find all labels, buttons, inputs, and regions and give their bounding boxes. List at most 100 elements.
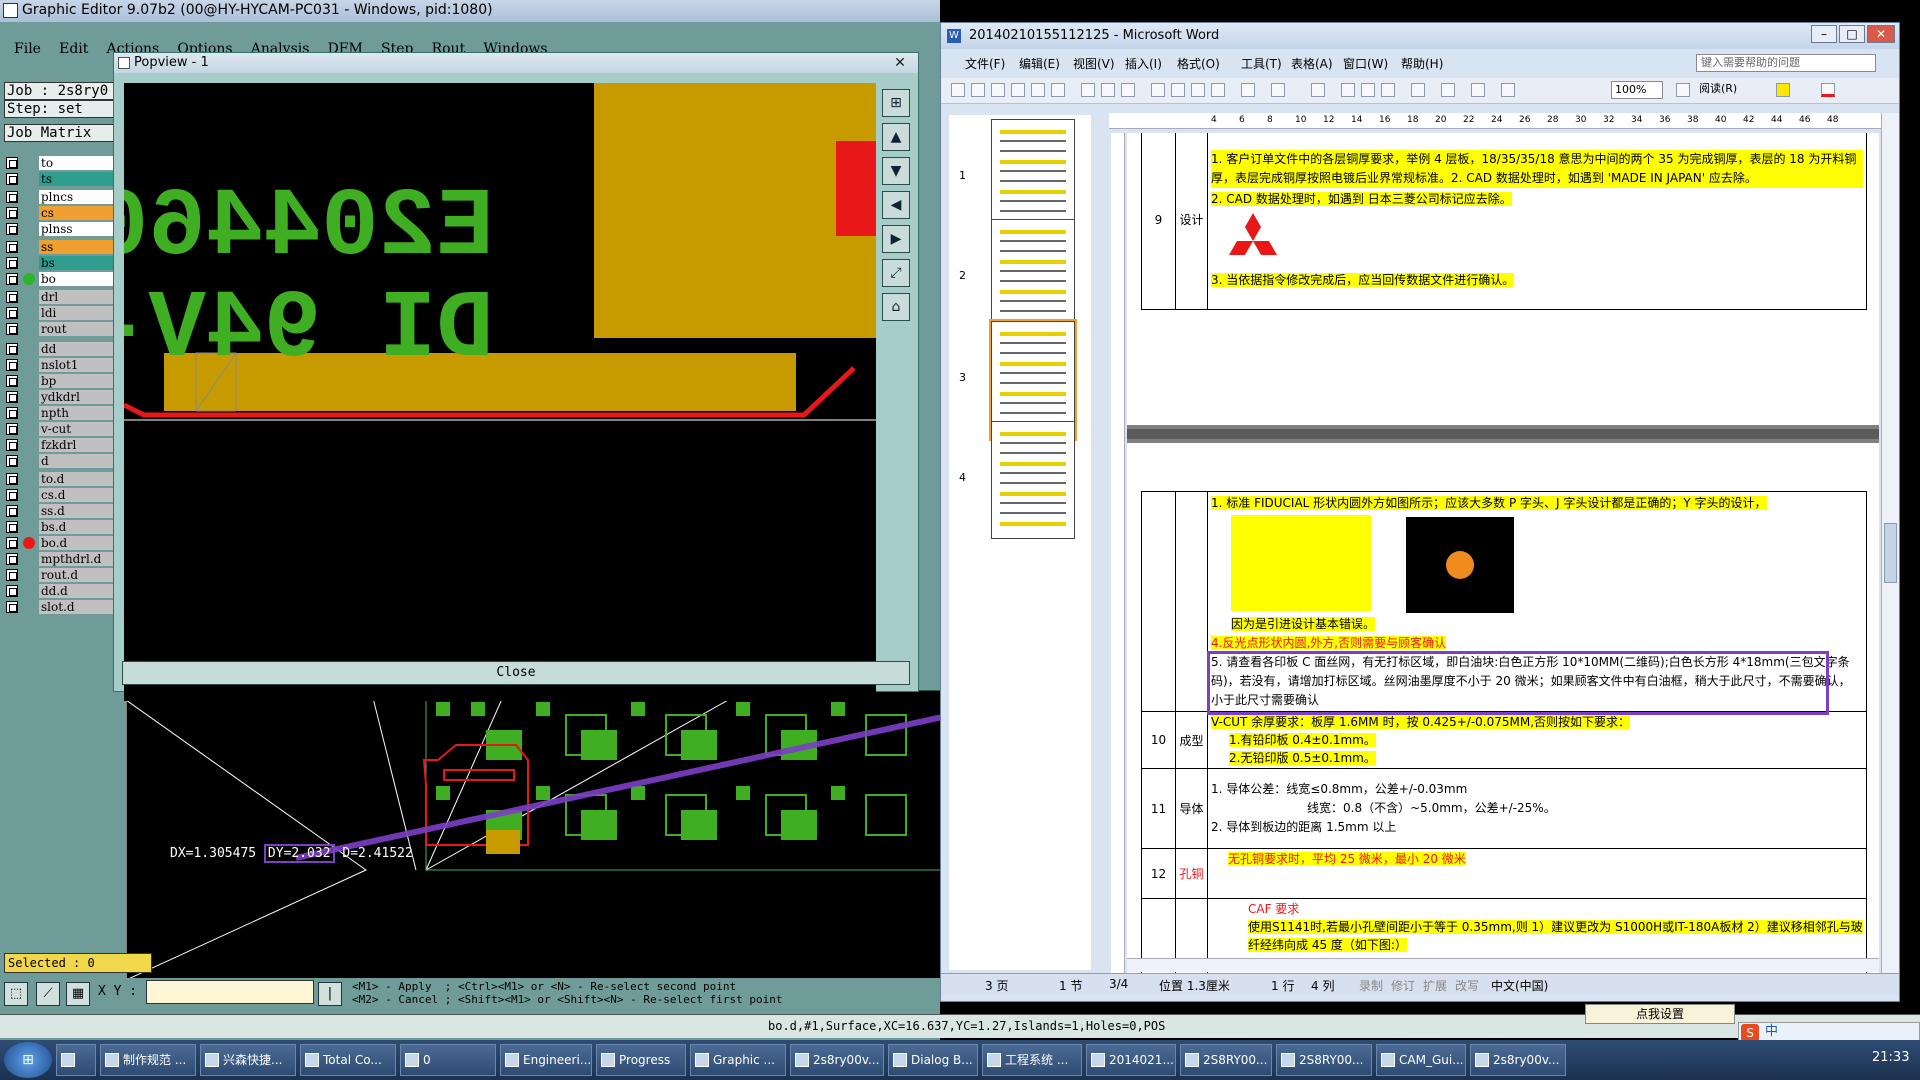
zoom-in-icon[interactable]: ⊞: [882, 89, 910, 117]
layer-row[interactable]: plnss: [6, 222, 117, 236]
layer-row[interactable]: mpthdrl.d: [6, 552, 117, 566]
layer-name[interactable]: bo.d: [39, 536, 117, 550]
print-icon[interactable]: [1031, 83, 1045, 97]
vertical-scrollbar[interactable]: [1881, 113, 1899, 983]
pane-splitter[interactable]: [1091, 115, 1105, 970]
layer-checkbox[interactable]: [6, 455, 18, 467]
spelling-icon[interactable]: [1081, 83, 1095, 97]
layer-row[interactable]: bp: [6, 374, 117, 388]
layer-row[interactable]: dd.d: [6, 584, 117, 598]
menu-insert-cn[interactable]: 插入(I): [1125, 55, 1162, 72]
layer-checkbox[interactable]: [6, 291, 18, 303]
layer-name[interactable]: ts: [39, 172, 117, 186]
layer-row[interactable]: cs: [6, 206, 117, 220]
layer-checkbox[interactable]: [6, 505, 18, 517]
minimize-icon[interactable]: –: [1811, 25, 1837, 43]
columns-icon[interactable]: [1411, 83, 1425, 97]
layer-name[interactable]: drl: [39, 290, 117, 304]
menu-edit-cn[interactable]: 编辑(E): [1019, 55, 1060, 72]
layer-checkbox[interactable]: [6, 569, 18, 581]
menu-edit[interactable]: Edit: [59, 41, 88, 57]
format-painter-icon[interactable]: [1211, 83, 1225, 97]
document-area[interactable]: 9 设计 1. 客户订单文件中的各层铜厚要求，举例 4 层板，18/35/35/…: [1127, 133, 1879, 973]
taskbar-item[interactable]: Graphic ...: [690, 1044, 786, 1076]
menu-help-cn[interactable]: 帮助(H): [1401, 55, 1443, 72]
horizontal-scrollbar[interactable]: [1127, 958, 1879, 972]
popview-close-button[interactable]: Close: [122, 661, 910, 685]
layer-checkbox[interactable]: [6, 521, 18, 533]
layer-checkbox[interactable]: [6, 157, 18, 169]
status-overtype[interactable]: 改写: [1455, 977, 1479, 994]
pan-left-icon[interactable]: ◀: [882, 191, 910, 219]
start-button[interactable]: ⊞: [4, 1042, 52, 1078]
zoom-fit-icon[interactable]: ⤢: [882, 259, 910, 287]
layer-name[interactable]: cs.d: [39, 488, 117, 502]
layer-checkbox[interactable]: [6, 257, 18, 269]
page-thumbnail[interactable]: [991, 219, 1075, 337]
taskbar-item[interactable]: 制作规范 ...: [100, 1044, 196, 1076]
layer-row[interactable]: bs: [6, 256, 117, 270]
layer-row[interactable]: ldi: [6, 306, 117, 320]
layer-checkbox[interactable]: [6, 359, 18, 371]
menu-view-cn[interactable]: 视图(V): [1073, 55, 1115, 72]
menu-table-cn[interactable]: 表格(A): [1291, 55, 1333, 72]
scroll-thumb[interactable]: [1884, 523, 1897, 583]
save-icon[interactable]: [991, 83, 1005, 97]
layer-name[interactable]: d: [39, 454, 117, 468]
taskbar-item[interactable]: 2s8ry00v...: [1470, 1044, 1566, 1076]
open-icon[interactable]: [971, 83, 985, 97]
menu-file-cn[interactable]: 文件(F): [965, 55, 1005, 72]
taskbar-item[interactable]: Progress: [596, 1044, 686, 1076]
layer-checkbox[interactable]: [6, 537, 18, 549]
layer-checkbox[interactable]: [6, 601, 18, 613]
popview-canvas[interactable]: E204460 DI 94V-0: [124, 83, 876, 701]
layer-row[interactable]: drl: [6, 290, 117, 304]
layer-row[interactable]: to.d: [6, 472, 117, 486]
pan-right-icon[interactable]: ▶: [882, 225, 910, 253]
layer-checkbox[interactable]: [6, 375, 18, 387]
research-icon[interactable]: [1101, 83, 1115, 97]
board-view[interactable]: [126, 690, 941, 980]
paste-icon[interactable]: [1191, 83, 1205, 97]
hyperlink-icon[interactable]: [1311, 83, 1325, 97]
layer-checkbox[interactable]: [6, 423, 18, 435]
layer-row[interactable]: plncs: [6, 190, 117, 204]
snap-icon[interactable]: |: [318, 982, 342, 1006]
layer-name[interactable]: plncs: [39, 190, 117, 204]
layer-checkbox[interactable]: [6, 439, 18, 451]
taskbar-item[interactable]: Dialog B...: [888, 1044, 978, 1076]
layer-name[interactable]: rout: [39, 322, 117, 336]
read-mode-button[interactable]: 阅读(R): [1699, 81, 1759, 99]
ime-mode[interactable]: 中: [1765, 1023, 1778, 1041]
insert-table-icon[interactable]: [1361, 83, 1375, 97]
menu-format-cn[interactable]: 格式(O): [1177, 55, 1220, 72]
taskbar-item[interactable]: 2014021...: [1086, 1044, 1176, 1076]
layer-name[interactable]: bo: [39, 272, 117, 286]
maximize-icon[interactable]: □: [1839, 25, 1865, 43]
layer-row[interactable]: ydkdrl: [6, 390, 117, 404]
print-preview-icon[interactable]: [1051, 83, 1065, 97]
layer-name[interactable]: v-cut: [39, 422, 117, 436]
layer-row[interactable]: to: [6, 156, 117, 170]
layer-name[interactable]: bp: [39, 374, 117, 388]
menu-window-cn[interactable]: 窗口(W): [1343, 55, 1388, 72]
layer-checkbox[interactable]: [6, 173, 18, 185]
layer-row[interactable]: bo.d: [6, 536, 117, 550]
copy-icon[interactable]: [1171, 83, 1185, 97]
layer-row[interactable]: cs.d: [6, 488, 117, 502]
taskbar-item[interactable]: Total Co...: [300, 1044, 396, 1076]
zoom-select[interactable]: 100%: [1611, 81, 1663, 99]
ime-toolbar[interactable]: S 中: [1738, 1022, 1920, 1042]
layer-name[interactable]: ss: [39, 240, 117, 254]
layer-checkbox[interactable]: [6, 391, 18, 403]
pan-down-icon[interactable]: ▼: [882, 157, 910, 185]
layer-name[interactable]: bs.d: [39, 520, 117, 534]
job-matrix-button[interactable]: Job Matrix: [4, 124, 116, 142]
layer-name[interactable]: mpthdrl.d: [39, 552, 117, 566]
layer-name[interactable]: to.d: [39, 472, 117, 486]
layer-name[interactable]: plnss: [39, 222, 117, 236]
redo-icon[interactable]: [1271, 83, 1285, 97]
taskbar-item[interactable]: 2s8ry00v...: [790, 1044, 884, 1076]
taskbar-item[interactable]: 2S8RY00...: [1276, 1044, 1372, 1076]
layer-name[interactable]: ldi: [39, 306, 117, 320]
